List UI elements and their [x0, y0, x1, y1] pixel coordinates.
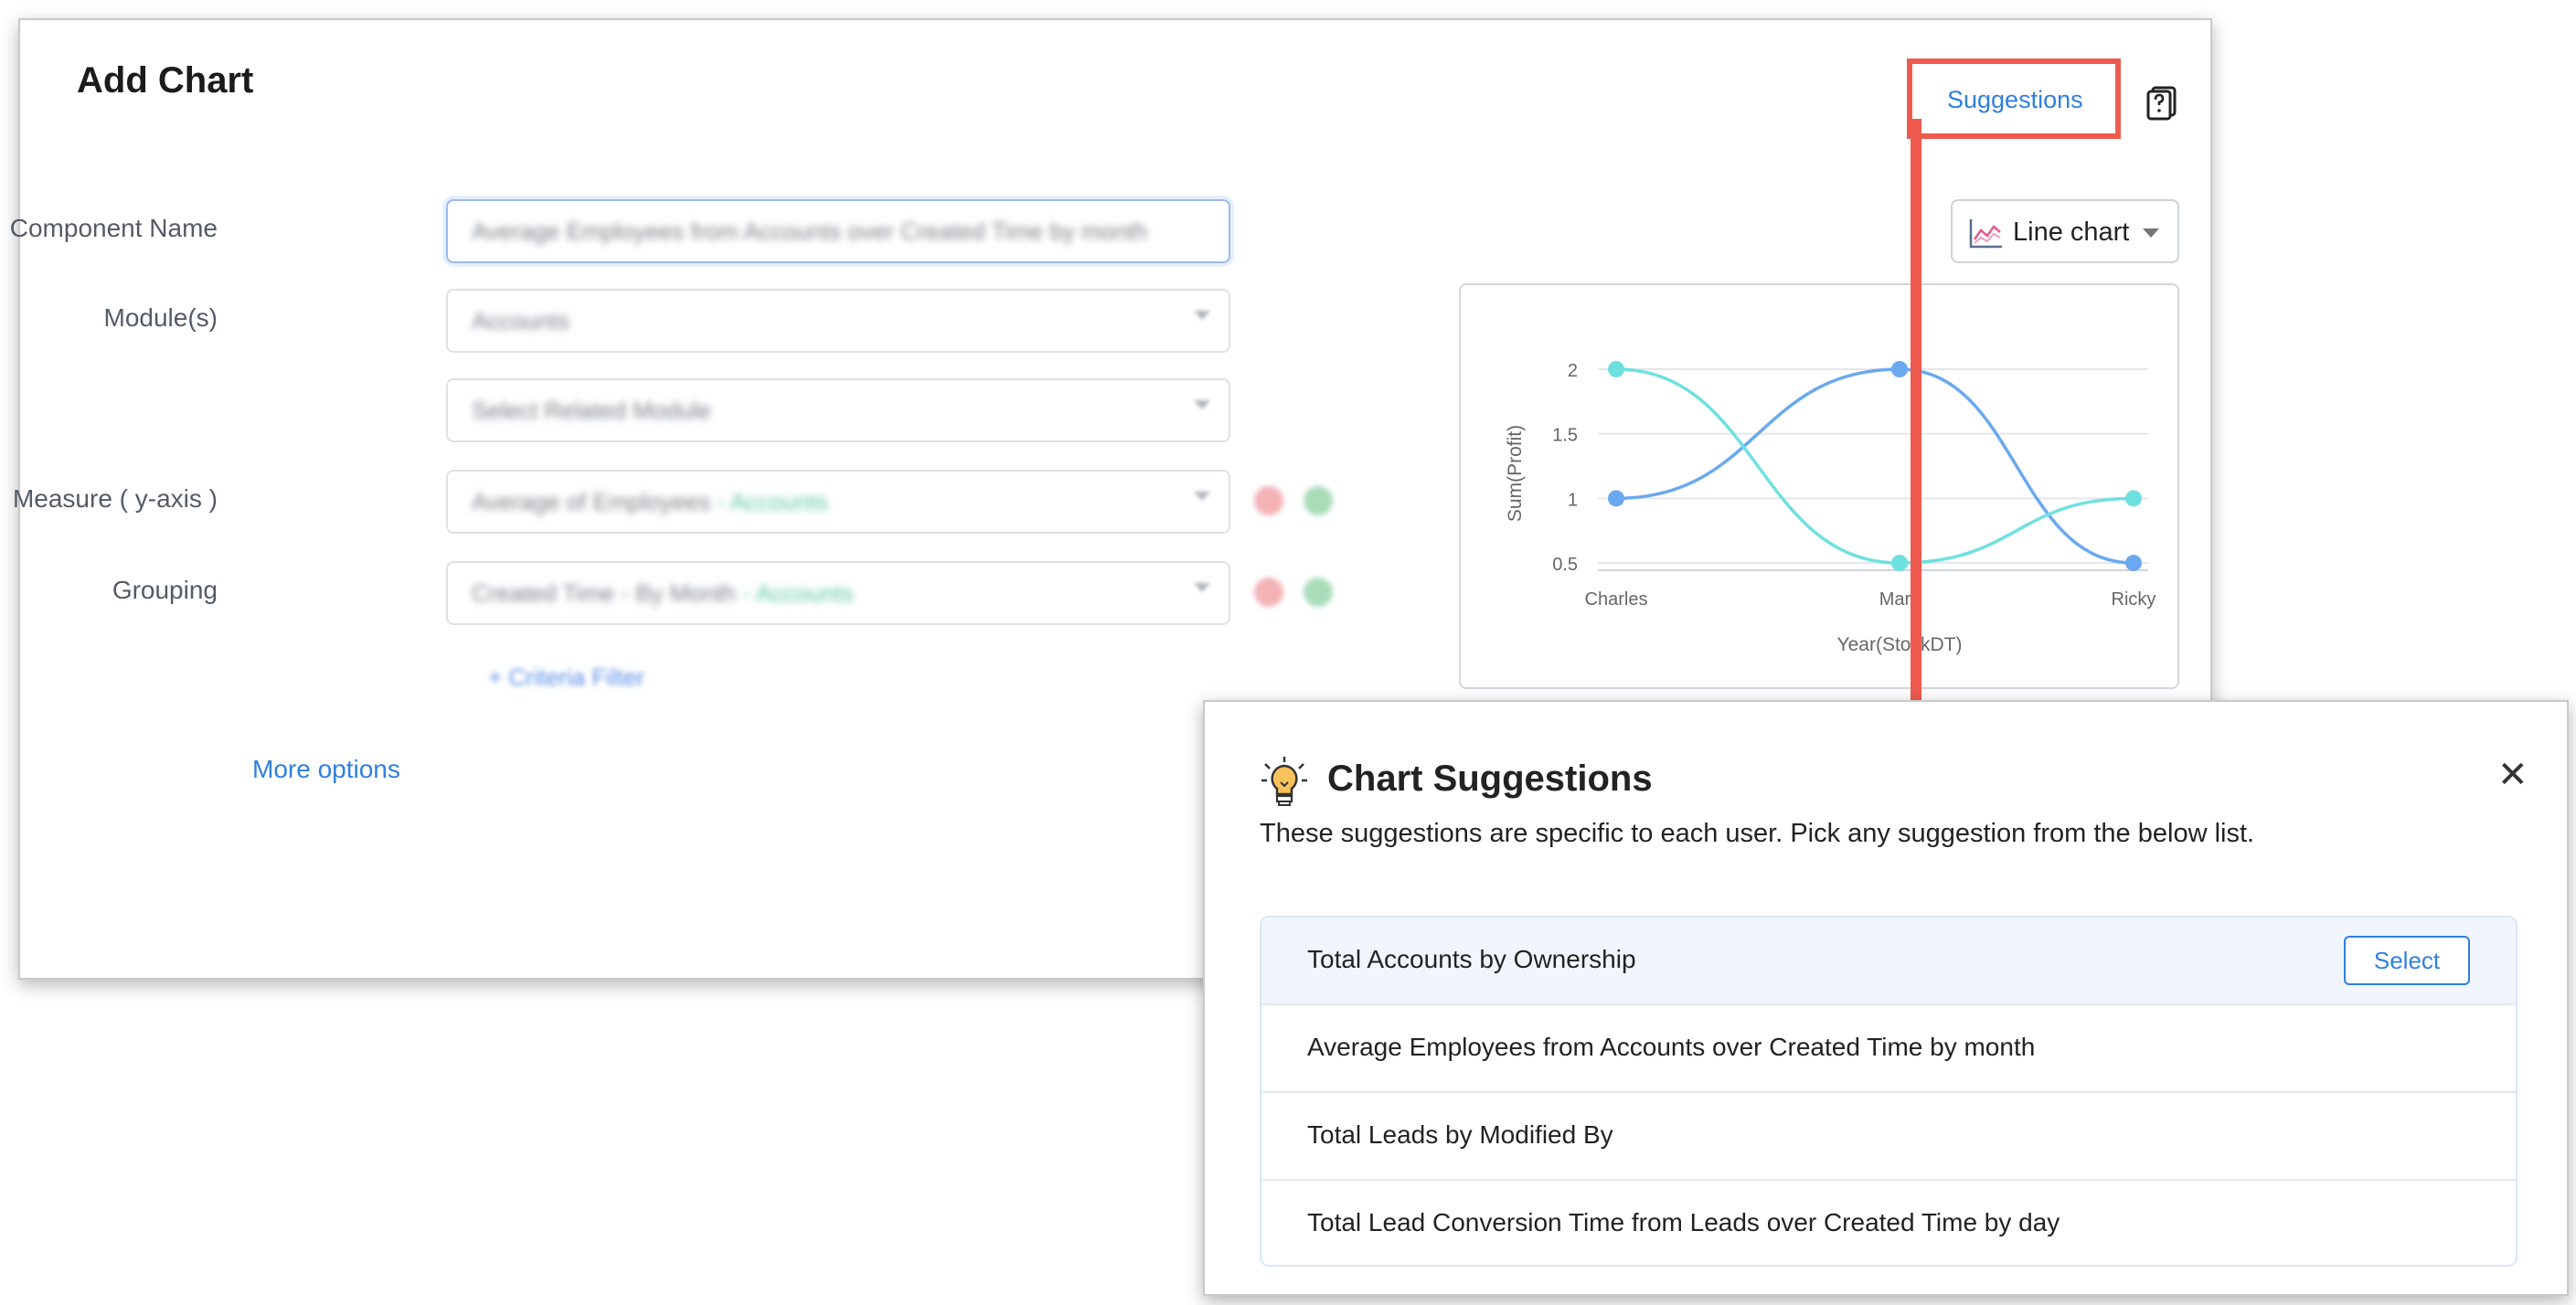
close-icon[interactable]: ✕	[2497, 757, 2528, 793]
modules-label: Module(s)	[103, 303, 218, 332]
more-options-link[interactable]: More options	[252, 755, 400, 784]
data-point	[2125, 490, 2142, 507]
measure-module: - Accounts	[717, 488, 828, 515]
measure-label: Measure ( y-axis )	[12, 484, 218, 513]
component-name-value: Average Employees from Accounts over Cre…	[472, 218, 1148, 245]
suggestion-label: Total Accounts by Ownership	[1307, 945, 1636, 973]
add-grouping-button[interactable]	[1304, 578, 1333, 607]
suggestions-button[interactable]: Suggestions	[1907, 58, 2121, 139]
data-point	[1891, 555, 1908, 571]
chevron-down-icon	[2143, 228, 2159, 238]
y-tick-label: 2	[1568, 361, 1578, 381]
annotation-arrow-line	[1911, 119, 1921, 709]
suggestions-label: Suggestions	[1947, 86, 2083, 113]
data-point	[1608, 490, 1624, 507]
remove-grouping-button[interactable]	[1254, 578, 1283, 607]
y-axis-title: Sum(Profit)	[1505, 425, 1526, 522]
suggestion-label: Total Lead Conversion Time from Leads ov…	[1307, 1208, 2060, 1236]
panel-description: These suggestions are specific to each u…	[1260, 819, 2255, 848]
x-tick-label: Charles	[1585, 589, 1648, 610]
x-axis-title: Year(StockDT)	[1837, 634, 1963, 655]
series-line-2	[1615, 367, 2134, 565]
criteria-filter-link[interactable]: + Criteria Filter	[488, 663, 644, 692]
chart-suggestions-panel: Chart Suggestions ✕ These suggestions ar…	[1203, 700, 2569, 1296]
related-module-select[interactable]: Select Related Module	[446, 378, 1230, 442]
y-tick-label: 0.5	[1552, 555, 1578, 575]
document-question-icon[interactable]	[2146, 86, 2177, 121]
data-point	[1891, 361, 1908, 377]
suggestion-row[interactable]: Total Lead Conversion Time from Leads ov…	[1261, 1181, 2516, 1265]
add-measure-button[interactable]	[1304, 486, 1333, 515]
component-name-label: Component Name	[9, 214, 218, 242]
measure-value: Average of Employees	[472, 488, 711, 515]
grouping-label: Grouping	[112, 576, 218, 604]
grouping-value: Created Time - By Month	[472, 579, 736, 607]
chart-preview: 2 1.5 1 0.5 Charles Mary Ricky Year(StockDT) Sum…	[1459, 283, 2179, 689]
select-button[interactable]: Select	[2344, 936, 2470, 985]
chart-type-label: Line chart	[2013, 218, 2130, 247]
modules-select[interactable]: Accounts	[446, 289, 1230, 353]
measure-select[interactable]: Average of Employees - Accounts	[446, 470, 1230, 534]
chevron-down-icon	[1194, 400, 1210, 409]
lightbulb-icon	[1261, 757, 1307, 806]
x-tick-label: Ricky	[2112, 589, 2156, 610]
chevron-down-icon	[1194, 583, 1210, 592]
chevron-down-icon	[1194, 311, 1210, 320]
grouping-select[interactable]: Created Time - By Month - Accounts	[446, 561, 1230, 625]
y-tick-label: 1.5	[1552, 426, 1578, 446]
modules-value: Accounts	[472, 307, 569, 334]
line-chart-icon	[1969, 219, 2002, 249]
suggestion-label: Total Leads by Modified By	[1307, 1120, 1613, 1149]
suggestion-row[interactable]: Total Accounts by Ownership Select	[1261, 918, 2516, 1005]
dialog-title: Add Chart	[77, 60, 254, 101]
data-point	[1608, 361, 1624, 377]
suggestion-list: Total Accounts by Ownership Select Avera…	[1260, 916, 2517, 1267]
component-name-input[interactable]: Average Employees from Accounts over Cre…	[446, 199, 1230, 263]
chevron-down-icon	[1194, 492, 1210, 501]
y-tick-label: 1	[1568, 490, 1578, 510]
line-chart: 21.510.5Charles Mary RickyYear(StockDT)Sum…	[1505, 361, 2156, 655]
suggestion-row[interactable]: Total Leads by Modified By	[1261, 1093, 2516, 1181]
remove-measure-button[interactable]	[1254, 486, 1283, 515]
related-module-placeholder: Select Related Module	[472, 397, 711, 424]
data-point	[2125, 555, 2142, 571]
series-line-1	[1615, 367, 2134, 565]
suggestion-label: Average Employees from Accounts over Cre…	[1307, 1033, 2036, 1061]
suggestion-row[interactable]: Average Employees from Accounts over Cre…	[1261, 1005, 2516, 1093]
grouping-module: - Accounts	[742, 579, 854, 607]
chart-type-dropdown[interactable]: Line chart	[1951, 199, 2179, 263]
panel-title: Chart Suggestions	[1327, 759, 1653, 799]
